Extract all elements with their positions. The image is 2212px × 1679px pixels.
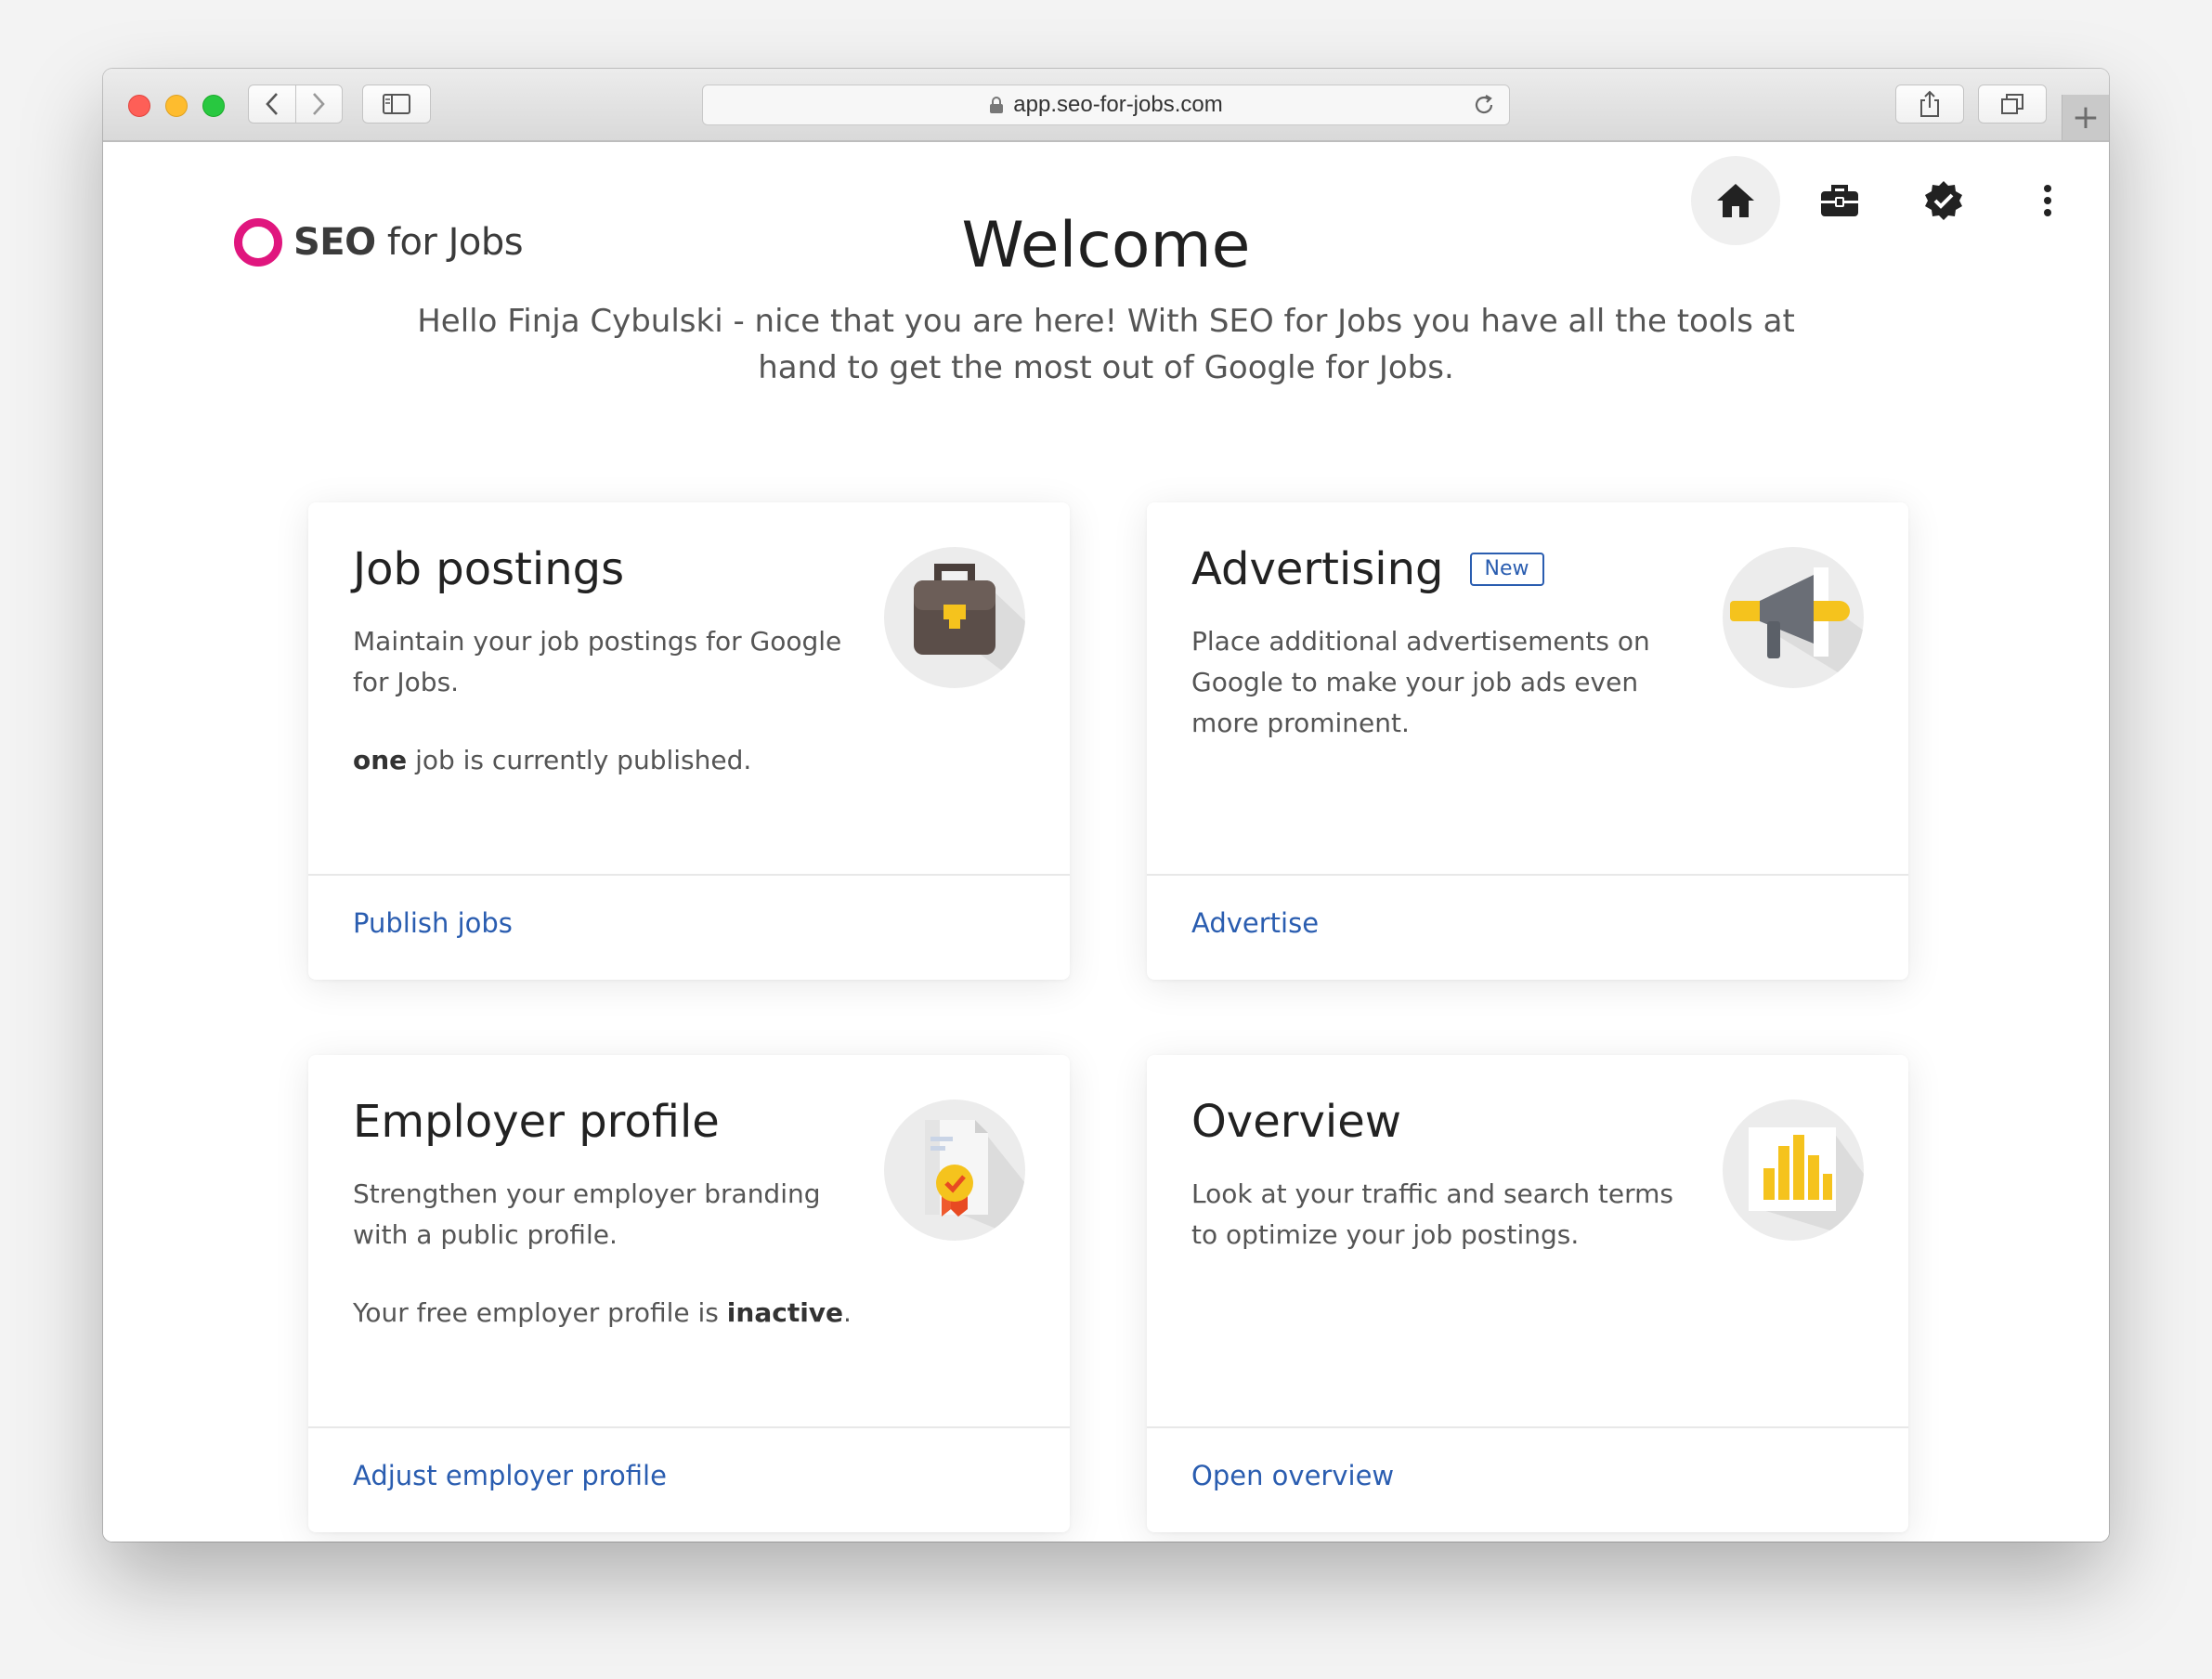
card-title-text: Employer profile <box>353 1096 720 1148</box>
more-vert-icon <box>2044 185 2051 216</box>
new-tab-button[interactable]: + <box>2062 95 2109 140</box>
status-text: job is currently published. <box>407 745 752 775</box>
card-description: Place additional advertisements on Googl… <box>1191 626 1650 738</box>
card-title: Overview <box>1191 1096 1401 1148</box>
megaphone-illustration-icon <box>1723 547 1864 688</box>
browser-toolbar: app.seo-for-jobs.com + <box>103 69 2109 142</box>
open-overview-link[interactable]: Open overview <box>1191 1460 1394 1491</box>
card-status: one job is currently published. <box>353 740 910 781</box>
nav-more-button[interactable] <box>2003 156 2092 245</box>
nav-home-button[interactable] <box>1691 156 1780 245</box>
card-title: Advertising New <box>1191 543 1544 595</box>
share-icon <box>1920 90 1939 117</box>
card-divider <box>1147 1426 1908 1428</box>
top-navigation <box>1691 156 2107 245</box>
card-description: Strengthen your employer branding with a… <box>353 1178 821 1250</box>
tabs-icon <box>2001 94 2023 114</box>
status-count: one <box>353 745 408 775</box>
sidebar-icon <box>383 94 410 114</box>
tabs-overview-button[interactable] <box>1978 85 2047 124</box>
address-bar[interactable]: app.seo-for-jobs.com <box>702 85 1510 125</box>
minimize-window-button[interactable] <box>165 95 188 117</box>
zoom-window-button[interactable] <box>202 95 225 117</box>
card-divider <box>308 1426 1070 1428</box>
publish-jobs-link[interactable]: Publish jobs <box>353 907 513 939</box>
briefcase-illustration-icon <box>884 547 1025 688</box>
status-suffix: . <box>843 1297 852 1328</box>
card-advertising: Advertising New Place additional advertis… <box>1147 502 1908 980</box>
verified-badge-icon <box>1925 181 1962 220</box>
lock-icon <box>990 97 1004 113</box>
card-title-text: Overview <box>1191 1096 1401 1148</box>
nav-verified-button[interactable] <box>1899 156 1988 245</box>
app-page: SEO for Jobs Welcome Hello Finja Cybulsk… <box>103 142 2109 1542</box>
reload-button[interactable] <box>1472 93 1496 124</box>
status-prefix: Your free employer profile is <box>353 1297 727 1328</box>
history-navigation <box>248 85 343 124</box>
card-title: Job postings <box>353 543 624 595</box>
card-title: Employer profile <box>353 1096 720 1148</box>
reload-icon <box>1475 95 1493 114</box>
card-job-postings: Job postings Maintain your job postings … <box>308 502 1070 980</box>
forward-button[interactable] <box>294 85 343 123</box>
sidebar-toggle-button[interactable] <box>362 85 431 124</box>
chevron-left-icon <box>265 93 278 115</box>
status-value: inactive <box>726 1297 844 1328</box>
nav-jobs-button[interactable] <box>1795 156 1884 245</box>
back-button[interactable] <box>249 85 295 123</box>
home-icon <box>1717 184 1754 217</box>
browser-window: app.seo-for-jobs.com + SEO for Jobs Welc… <box>103 69 2109 1542</box>
address-url: app.seo-for-jobs.com <box>1013 92 1223 117</box>
adjust-employer-profile-link[interactable]: Adjust employer profile <box>353 1460 667 1491</box>
briefcase-icon <box>1821 185 1858 216</box>
card-divider <box>1147 874 1908 876</box>
card-description: Look at your traffic and search terms to… <box>1191 1178 1673 1250</box>
close-window-button[interactable] <box>128 95 150 117</box>
card-employer-profile: Employer profile Strengthen your employe… <box>308 1055 1070 1532</box>
card-overview: Overview Look at your traffic and search… <box>1147 1055 1908 1532</box>
card-description: Maintain your job postings for Google fo… <box>353 626 842 697</box>
advertise-link[interactable]: Advertise <box>1191 907 1319 939</box>
card-status: Your free employer profile is inactive. <box>353 1293 910 1334</box>
welcome-intro: Hello Finja Cybulski - nice that you are… <box>417 303 1795 386</box>
certificate-illustration-icon <box>884 1100 1025 1241</box>
card-title-text: Job postings <box>353 543 625 595</box>
card-title-text: Advertising <box>1191 543 1444 595</box>
new-badge: New <box>1469 553 1544 586</box>
card-divider <box>308 874 1070 876</box>
bar-chart-illustration-icon <box>1723 1100 1864 1241</box>
share-button[interactable] <box>1895 85 1964 124</box>
chevron-right-icon <box>313 93 326 115</box>
